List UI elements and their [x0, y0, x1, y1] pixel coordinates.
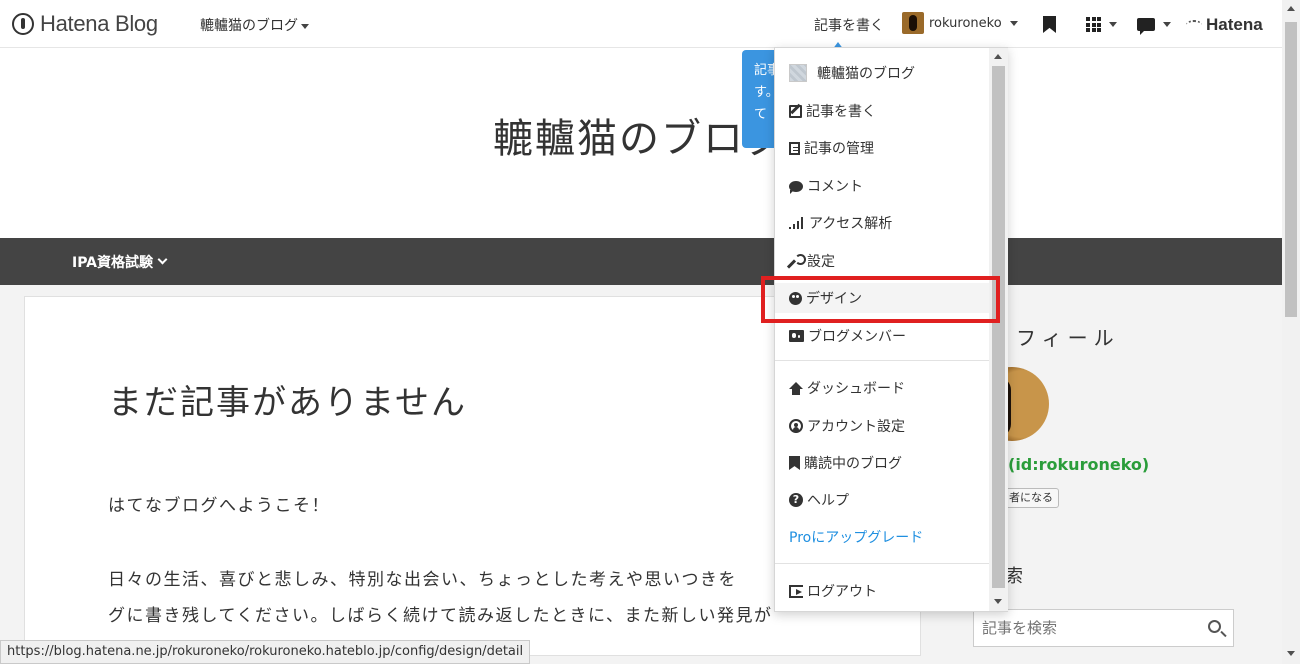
scroll-down-arrow-icon[interactable] — [994, 599, 1002, 604]
blog-selector-label: 轆轤猫のブログ — [200, 18, 298, 34]
blog-selector[interactable]: 轆轤猫のブログ — [200, 15, 309, 35]
menu-item-blog-members[interactable]: ブログメンバー — [789, 321, 989, 351]
signal-bars-icon — [789, 217, 805, 229]
menu-divider — [775, 563, 989, 564]
menu-item-subscribed-blogs[interactable]: 購読中のブログ — [789, 448, 989, 478]
menu-item-label: コメント — [807, 179, 863, 195]
menu-item-label: ブログメンバー — [808, 329, 906, 345]
document-icon — [789, 141, 800, 155]
search-icon[interactable] — [1208, 620, 1221, 633]
hatena-wave-icon — [1186, 20, 1202, 30]
caret-down-icon — [1109, 22, 1117, 27]
scroll-down-arrow-icon[interactable] — [1287, 651, 1295, 656]
menu-item-blog[interactable]: 轆轤猫のブログ — [789, 58, 989, 88]
menu-item-manage-posts[interactable]: 記事の管理 — [789, 133, 989, 163]
menu-item-pro-upgrade[interactable]: Proにアップグレード — [789, 522, 989, 552]
body-text-line: グに書き残してください。しばらく続けて読み返したときに、また新しい発見が — [108, 606, 773, 626]
pro-upgrade-link: Proにアップグレード — [789, 530, 924, 546]
logo-text: Hatena Blog — [40, 11, 158, 36]
page-scrollbar[interactable] — [1282, 0, 1300, 664]
category-navbar: IPA資格試験 — [0, 238, 1282, 285]
menu-item-comments[interactable]: コメント — [789, 171, 989, 201]
menu-item-settings[interactable]: 設定 — [789, 246, 989, 276]
hatena-brand-text: Hatena — [1206, 15, 1263, 34]
user-circle-icon — [789, 419, 803, 433]
home-icon — [789, 381, 803, 395]
menu-item-label: 記事を書く — [806, 104, 876, 120]
menu-item-help[interactable]: ? ヘルプ — [789, 485, 989, 515]
page-scroll-thumb[interactable] — [1285, 22, 1297, 317]
hatena-brand-link[interactable]: Hatena — [1186, 15, 1263, 35]
caret-down-icon — [1163, 22, 1171, 27]
members-icon — [789, 330, 804, 342]
notifications-comment-icon[interactable] — [1137, 18, 1155, 35]
body-text-line: 日々の生活、喜びと悲しみ、特別な出会い、ちょっとした考えや思いつきを — [108, 570, 737, 590]
menu-item-label: 設定 — [807, 254, 835, 270]
bookmark-icon[interactable] — [1043, 16, 1056, 33]
apps-grid-icon[interactable] — [1086, 17, 1101, 32]
dropdown-scrollbar[interactable] — [989, 48, 1008, 611]
menu-divider — [775, 360, 989, 361]
blog-thumbnail-icon — [789, 64, 807, 82]
menu-item-write[interactable]: 記事を書く — [789, 96, 989, 126]
menu-item-account-settings[interactable]: アカウント設定 — [789, 411, 989, 441]
nav-item-ipa[interactable]: IPA資格試験 — [72, 252, 168, 272]
menu-item-label: アクセス解析 — [809, 216, 893, 232]
hatena-logo-icon — [12, 13, 34, 35]
design-highlight-box — [761, 276, 1000, 323]
nav-item-label: IPA資格試験 — [72, 255, 154, 271]
menu-item-dashboard[interactable]: ダッシュボード — [789, 373, 989, 403]
subscribe-button[interactable]: 者になる — [1003, 488, 1059, 508]
dropdown-scroll-thumb[interactable] — [992, 66, 1005, 588]
menu-item-label: アカウント設定 — [807, 419, 905, 435]
user-menu-toggle[interactable]: rokuroneko — [902, 12, 1018, 34]
avatar — [902, 12, 924, 34]
comment-icon — [789, 180, 803, 194]
profile-id-link[interactable]: (id:rokuroneko) — [1008, 455, 1149, 474]
user-dropdown-menu: 轆轤猫のブログ 記事を書く 記事の管理 コメント アクセス解析 設定 デザイン … — [774, 47, 1008, 612]
chevron-down-icon — [157, 254, 168, 265]
caret-down-icon — [301, 23, 309, 29]
menu-item-label: 轆轤猫のブログ — [817, 66, 915, 82]
hatena-blog-logo[interactable]: Hatena Blog — [12, 11, 158, 37]
menu-item-analytics[interactable]: アクセス解析 — [789, 208, 989, 238]
menu-item-label: 購読中のブログ — [804, 456, 902, 472]
menu-item-logout[interactable]: ログアウト — [789, 576, 989, 606]
global-header: Hatena Blog 轆轤猫のブログ 記事を書く rokuroneko Hat… — [0, 0, 1282, 48]
scroll-up-arrow-icon[interactable] — [994, 54, 1002, 59]
write-post-link[interactable]: 記事を書く — [814, 15, 884, 35]
blog-header: 轆轤猫のブログ — [0, 48, 1282, 238]
search-box — [973, 609, 1234, 647]
username: rokuroneko — [929, 15, 1002, 31]
menu-item-label: ログアウト — [807, 584, 877, 600]
no-posts-heading: まだ記事がありません — [108, 383, 467, 423]
welcome-text: はてなブログへようこそ！ — [108, 496, 330, 516]
menu-item-label: 記事の管理 — [804, 141, 874, 157]
wrench-icon — [789, 254, 806, 268]
bookmark-icon — [789, 456, 800, 470]
menu-item-label: ダッシュボード — [807, 381, 905, 397]
search-input[interactable] — [982, 618, 1197, 638]
menu-item-label: ヘルプ — [807, 493, 849, 509]
caret-down-icon — [1009, 20, 1018, 26]
help-icon: ? — [789, 493, 803, 507]
link-status-bar: https://blog.hatena.ne.jp/rokuroneko/rok… — [0, 640, 531, 664]
logout-icon — [789, 584, 803, 598]
scroll-up-arrow-icon[interactable] — [1287, 6, 1295, 11]
edit-icon — [789, 104, 802, 118]
profile-heading: ロフィール — [990, 326, 1120, 350]
